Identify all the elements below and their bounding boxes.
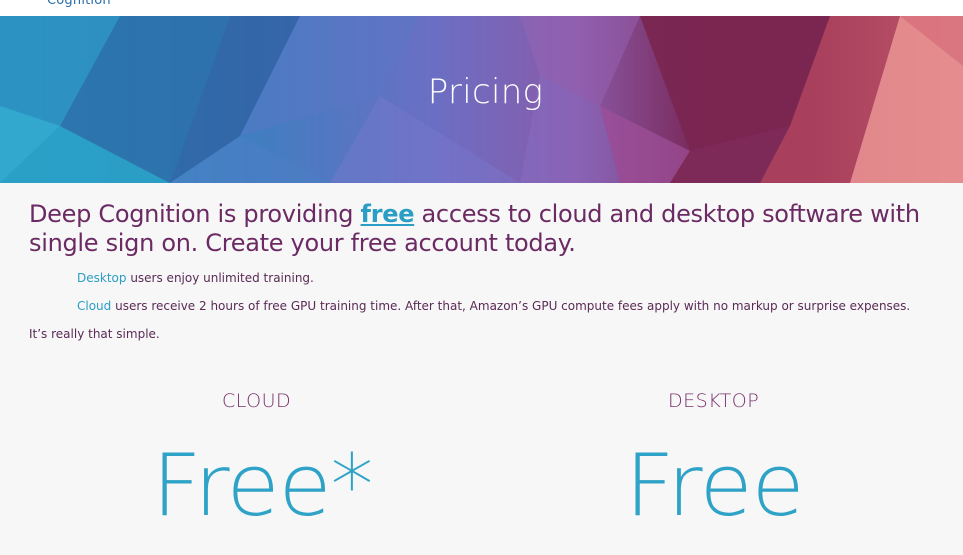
plan-label-desktop: DESKTOP: [668, 390, 760, 412]
cloud-keyword: Cloud: [77, 299, 112, 313]
cloud-info-line: Cloud users receive 2 hours of free GPU …: [77, 299, 910, 313]
intro-headline: Deep Cognition is providing free access …: [29, 200, 939, 258]
desktop-info-text: users enjoy unlimited training.: [126, 271, 314, 285]
cloud-info-text: users receive 2 hours of free GPU traini…: [111, 299, 911, 313]
page-title: Pricing: [427, 72, 544, 112]
desktop-keyword: Desktop: [77, 271, 127, 285]
top-nav-bar: Cognition: [0, 0, 963, 16]
plan-label-cloud: CLOUD: [222, 390, 292, 412]
hero-banner: Pricing: [0, 16, 963, 183]
desktop-info-line: Desktop users enjoy unlimited training.: [77, 271, 314, 285]
headline-text-start: Deep Cognition is providing: [29, 200, 361, 228]
free-link[interactable]: free: [361, 200, 415, 228]
simple-text: It’s really that simple.: [29, 327, 160, 341]
plan-price-desktop: Free: [625, 436, 804, 536]
site-logo[interactable]: Cognition: [47, 0, 111, 8]
plan-price-cloud: Free*: [152, 436, 373, 536]
